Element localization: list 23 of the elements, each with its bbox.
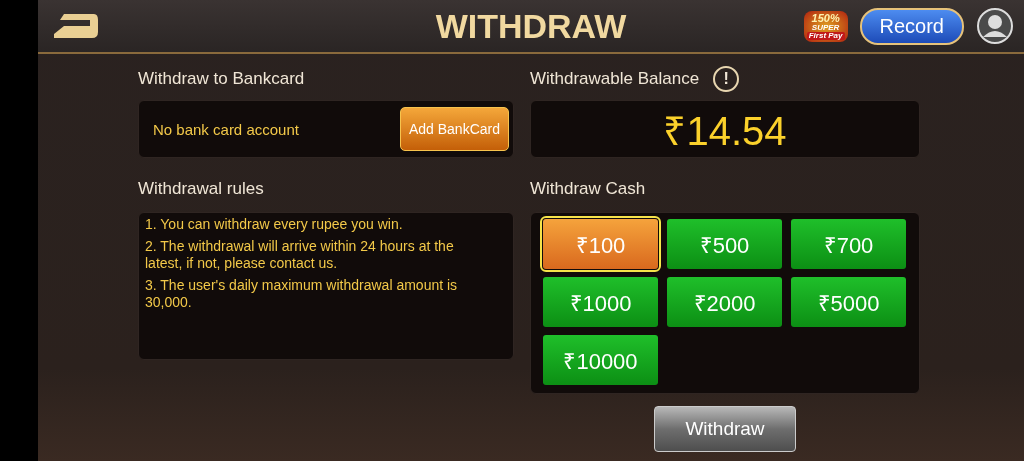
amount-option[interactable]: ₹500 [667,219,782,269]
section-title: Withdraw Cash [530,179,646,199]
rule-text: 2. The withdrawal will arrive within 24 hours at the latest, if not, please contact us. [145,238,455,272]
avatar-icon[interactable] [976,7,1014,45]
amount-option[interactable]: ₹2000 [667,277,782,327]
amount-option[interactable]: ₹10000 [543,335,658,385]
section-title: Withdrawal rules [138,179,264,199]
section-title: Withdraw to Bankcard [138,69,305,89]
withdraw-button[interactable]: Withdraw [654,406,796,452]
amount-option[interactable]: ₹100 [543,219,658,269]
rule-text: 3. The user's daily maximum withdrawal amount is 30,000. [145,277,459,311]
page-title: WITHDRAW [435,6,627,45]
info-icon[interactable]: ! [713,66,740,92]
bankcard-message: No bank card account [153,120,299,138]
add-bankcard-button[interactable]: Add BankCard [399,107,509,151]
amount-option[interactable]: ₹5000 [791,277,906,327]
section-title: Withdrawable Balance [530,69,700,89]
balance-amount: ₹14.54 [663,107,787,155]
rule-text: 1. You can withdraw every rupee you win. [145,216,404,233]
amount-option[interactable]: ₹700 [791,219,906,269]
record-button[interactable]: Record [859,7,964,45]
amount-option[interactable]: ₹1000 [543,277,658,327]
promo-badge[interactable]: 150% SUPER First Pay [803,10,848,42]
